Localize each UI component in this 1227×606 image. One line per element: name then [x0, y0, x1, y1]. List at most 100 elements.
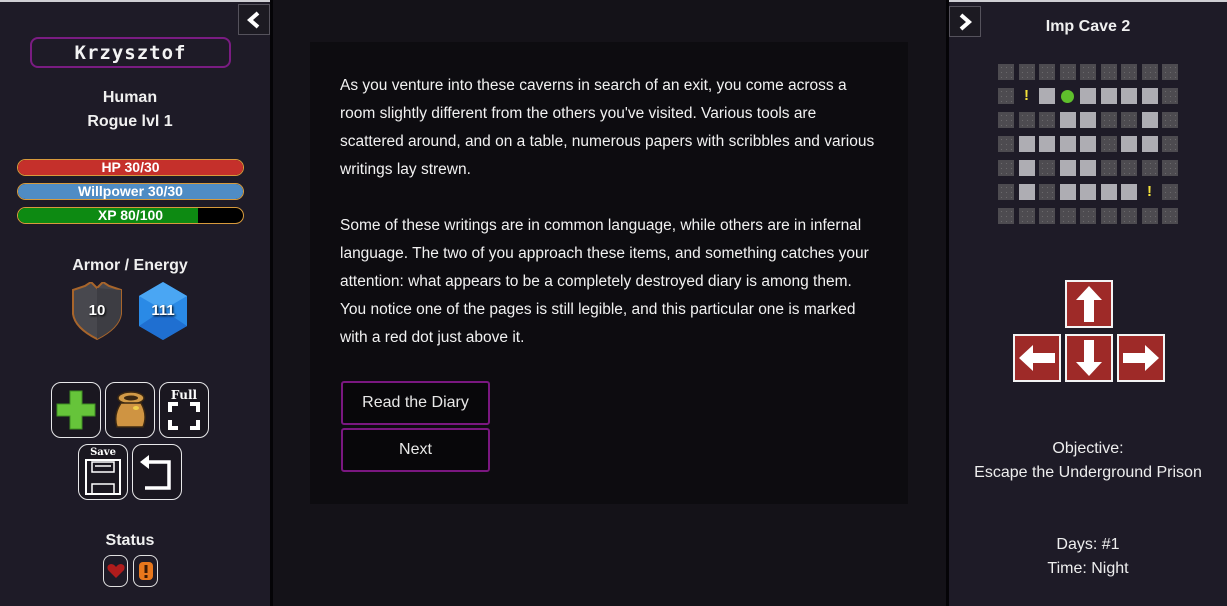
status-title: Status — [105, 532, 155, 549]
xp-bar: XP 80/100 — [17, 207, 244, 224]
character-name: Krzysztof — [30, 37, 231, 68]
move-up-button[interactable] — [1065, 280, 1113, 328]
map-tile-wall — [1121, 64, 1137, 80]
map-tile-wall — [1162, 136, 1178, 152]
chevron-left-icon — [247, 10, 260, 29]
read-diary-button[interactable]: Read the Diary — [341, 381, 490, 425]
map-tile-player — [1060, 88, 1076, 104]
map-tile-wall — [1100, 112, 1117, 128]
map-tile-wall — [1059, 208, 1076, 224]
map-tile-wall — [998, 64, 1014, 80]
map-tile-floor — [1059, 136, 1076, 152]
map-tile-wall — [1141, 160, 1158, 176]
character-class-level: Rogue lvl 1 — [87, 113, 173, 130]
map-tile-floor — [1121, 88, 1137, 104]
alert-badge-icon — [138, 562, 153, 580]
map-tile-wall — [1162, 88, 1178, 104]
map-tile-floor — [1059, 112, 1076, 128]
status-health[interactable] — [103, 555, 128, 587]
willpower-bar: Willpower 30/30 — [17, 183, 244, 200]
map-tile-wall — [1039, 64, 1055, 80]
left-divider — [270, 0, 273, 606]
map-tile-floor — [1018, 184, 1035, 200]
map-tile-wall — [1162, 64, 1178, 80]
hp-bar: HP 30/30 — [17, 159, 244, 176]
back-button[interactable] — [132, 444, 182, 500]
armor-energy-title: Armor / Energy — [72, 257, 188, 274]
map-tile-wall — [1039, 208, 1055, 224]
map-tile-wall — [1162, 184, 1178, 200]
map-tile-wall — [998, 136, 1014, 152]
map-tile-floor — [1080, 136, 1096, 152]
map-tile-floor — [1080, 184, 1096, 200]
map-tile-floor — [1141, 136, 1158, 152]
map-tile-wall — [1162, 208, 1178, 224]
return-arrow-icon — [140, 455, 171, 490]
map-tile-event-marker: ! — [1142, 184, 1158, 200]
hp-bar-label: HP 30/30 — [101, 159, 160, 175]
map-tile-floor — [1121, 184, 1137, 200]
map-tile-floor — [1141, 112, 1158, 128]
map-tile-floor — [1121, 136, 1137, 152]
energy-badge: 111 — [137, 282, 189, 340]
inventory-button[interactable] — [105, 382, 155, 438]
map-tile-wall — [1162, 112, 1178, 128]
map-tile-wall — [1039, 112, 1055, 128]
objective-text: Escape the Underground Prison — [974, 464, 1202, 481]
energy-value: 111 — [151, 302, 175, 319]
next-button[interactable]: Next — [341, 428, 490, 472]
map-tile-floor — [1080, 112, 1096, 128]
heal-button[interactable] — [51, 382, 101, 438]
map-tile-wall — [1121, 160, 1137, 176]
move-down-button[interactable] — [1065, 334, 1113, 382]
fullscreen-button[interactable]: Full — [159, 382, 209, 438]
time-of-day: Time: Night — [1047, 560, 1129, 577]
map-tile-floor — [1059, 160, 1076, 176]
save-label: Save — [90, 447, 116, 458]
map-tile-wall — [1039, 160, 1055, 176]
map-tile-floor — [1018, 136, 1035, 152]
move-left-button[interactable] — [1013, 334, 1061, 382]
map-tile-wall — [998, 160, 1014, 176]
map-tile-floor — [1100, 88, 1117, 104]
move-right-button[interactable] — [1117, 334, 1165, 382]
map-tile-wall — [1121, 112, 1137, 128]
bag-icon — [114, 391, 146, 428]
fullscreen-label: Full — [170, 388, 198, 402]
map-tile-floor — [1080, 88, 1096, 104]
event-marker-icon: ! — [1147, 183, 1152, 200]
map-tile-wall — [1162, 160, 1178, 176]
map-tile-wall — [1141, 208, 1158, 224]
save-button[interactable]: Save — [78, 444, 128, 500]
map-sidebar: Imp Cave 2 !! Objective: Escape the Unde… — [949, 0, 1227, 606]
story-paragraph: Some of these writings are in common lan… — [340, 217, 869, 346]
map-tile-wall — [998, 208, 1014, 224]
map-tile-wall — [1059, 64, 1076, 80]
fullscreen-icon — [168, 402, 200, 430]
story-panel: As you venture into these caverns in sea… — [310, 42, 908, 504]
arrow-left-icon — [1019, 345, 1055, 371]
map-tile-wall — [1100, 208, 1117, 224]
map-tile-wall — [1100, 160, 1117, 176]
arrow-right-icon — [1123, 345, 1159, 371]
map-tile-wall — [998, 88, 1014, 104]
map-tile-wall — [998, 112, 1014, 128]
map-tile-floor — [1039, 136, 1055, 152]
floppy-disk-icon — [85, 459, 121, 495]
character-race: Human — [102, 89, 158, 106]
green-plus-icon — [56, 390, 96, 430]
arrow-down-icon — [1076, 340, 1102, 376]
map-tile-wall — [1121, 208, 1137, 224]
map-tile-wall — [1100, 64, 1117, 80]
status-alert[interactable] — [133, 555, 158, 587]
armor-badge: 10 — [71, 280, 123, 341]
map-tile-wall — [1100, 136, 1117, 152]
armor-value: 10 — [88, 302, 106, 319]
map-tile-event-marker: ! — [1019, 88, 1035, 104]
player-marker-icon — [1061, 89, 1074, 103]
map-tile-wall — [998, 184, 1014, 200]
xp-bar-label: XP 80/100 — [97, 207, 164, 223]
map-tile-floor — [1059, 184, 1076, 200]
map-tile-floor — [1039, 88, 1055, 104]
collapse-left-sidebar-button[interactable] — [238, 4, 270, 35]
